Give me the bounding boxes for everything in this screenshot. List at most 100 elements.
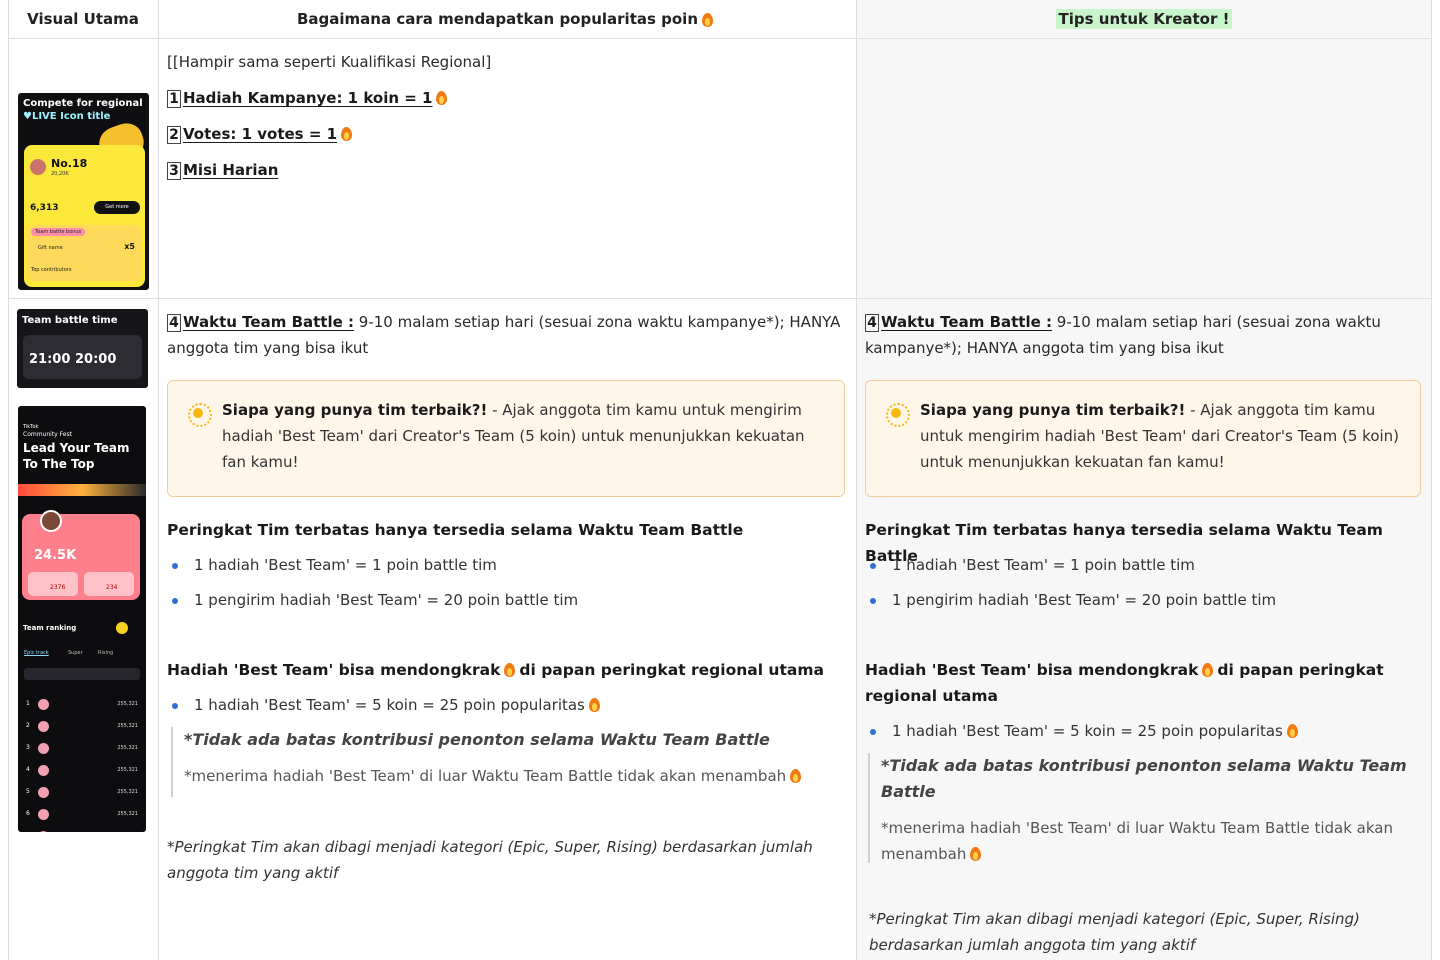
tips-blockquote <box>868 753 870 863</box>
row-divider <box>8 298 1432 299</box>
boost-heading-a: Hadiah 'Best Team' bisa mendongkrak <box>167 661 501 679</box>
campaign-title-line2: ♥LIVE Icon title <box>23 111 111 122</box>
quote-note: *menerima hadiah 'Best Team' di luar Wak… <box>184 763 805 789</box>
list-item: 1 pengirim hadiah 'Best Team' = 20 poin … <box>171 587 578 613</box>
list-item: 1 hadiah 'Best Team' = 5 koin = 25 poin … <box>870 718 1302 744</box>
callout-heading: Siapa yang punya tim terbaik?! <box>222 401 488 419</box>
stat-value-2: 234 <box>106 584 118 591</box>
list-item-text: 1 hadiah 'Best Team' = 5 koin = 25 poin … <box>194 696 585 714</box>
ranking-row-avatar <box>38 809 49 820</box>
callout-text: Siapa yang punya tim terbaik?! - Ajak an… <box>222 397 805 475</box>
step-daily-missions: 3 Misi Harian <box>167 157 278 183</box>
callout-line3: fan kamu! <box>222 453 299 471</box>
campaign-card: No.18 20,20K 6,313 Get more Team battle … <box>24 145 145 287</box>
tab-epic-track[interactable]: Epic track <box>24 650 49 656</box>
tips-footnote: *Peringkat Tim akan dibagi menjadi kateg… <box>869 906 1429 958</box>
ranking-row-avatar <box>38 765 49 776</box>
header-how-to: Bagaimana cara mendapatkan popularitas p… <box>158 0 856 38</box>
fire-icon <box>970 846 982 861</box>
ranking-row: 5 255,321 <box>24 786 140 800</box>
tips-callout-line1: - Ajak anggota tim kamu <box>1185 401 1376 419</box>
team-ranking-heading: Peringkat Tim terbatas hanya tersedia se… <box>167 521 744 539</box>
tips-callout-text: Siapa yang punya tim terbaik?! - Ajak an… <box>920 397 1399 475</box>
fire-icon <box>702 12 714 27</box>
step-label: Misi Harian <box>183 161 279 179</box>
ranking-row-number: 5 <box>26 788 30 795</box>
ranking-row-number: 6 <box>26 810 30 817</box>
ranking-row: 4 255,321 <box>24 764 140 778</box>
step-votes: 2 Votes: 1 votes = 1 <box>167 121 356 147</box>
ranking-row-avatar <box>38 787 49 798</box>
fire-icon <box>341 126 353 141</box>
battle-start-time: 21:00 <box>29 352 71 367</box>
footnote-line2: anggota tim yang aktif <box>167 864 339 882</box>
header-visual: Visual Utama <box>8 0 158 38</box>
tips-callout-line2: untuk mengirim hadiah 'Best Team' dari C… <box>920 427 1400 445</box>
tips-footnote-line2: berdasarkan jumlah anggota tim yang akti… <box>869 936 1196 954</box>
header-divider <box>8 38 1432 39</box>
tips-quote-heading-b: Battle <box>881 782 936 801</box>
tab-rising[interactable]: Rising <box>98 650 113 656</box>
ranking-row-value: 255,321 <box>117 789 138 795</box>
rank-value: No.18 <box>51 157 88 170</box>
table-border-right <box>1431 0 1432 960</box>
battle-time-text-cont: anggota tim yang bisa ikut <box>167 339 369 357</box>
ranking-row-number: 4 <box>26 766 30 773</box>
ranking-row: 6 255,321 <box>24 808 140 822</box>
sun-icon <box>188 403 212 427</box>
header-tips-label: Tips untuk Kreator ! <box>1055 9 1233 29</box>
footnote-line1: *Peringkat Tim akan dibagi menjadi kateg… <box>167 838 813 856</box>
tips-boost-heading-b: di papan peringkat <box>1217 661 1384 679</box>
tips-boost-heading: Hadiah 'Best Team' bisa mendongkrak di pa… <box>865 657 1384 709</box>
ranking-row-number: 2 <box>26 722 30 729</box>
callout-line2: hadiah 'Best Team' dari Creator's Team (… <box>222 427 805 445</box>
tips-quote-note-b: menambah <box>881 845 967 863</box>
promo-title-line2: To The Top <box>23 457 95 471</box>
battle-local-time: 20:00 <box>75 352 117 367</box>
tips-battle-time-text-cont: kampanye*); HANYA anggota tim yang bisa … <box>865 339 1224 357</box>
list-item: 1 hadiah 'Best Team' = 1 poin battle tim <box>870 552 1195 578</box>
battle-time-paragraph: 4 Waktu Team Battle : 9-10 malam setiap h… <box>167 309 847 361</box>
quote-heading: *Tidak ada batas kontribusi penonton sel… <box>184 730 770 749</box>
blockquote <box>171 727 173 797</box>
list-item-text: 1 hadiah 'Best Team' = 5 koin = 25 poin … <box>892 722 1283 740</box>
footnote: *Peringkat Tim akan dibagi menjadi kateg… <box>167 834 847 886</box>
column-divider-1 <box>158 0 159 960</box>
step-number: 1 <box>167 90 181 108</box>
battle-time-screenshot: Team battle time 21:00 20:00 <box>17 309 148 388</box>
battle-time-title: Waktu Team Battle : <box>183 313 354 331</box>
fire-icon <box>588 697 600 712</box>
ranking-row-avatar <box>38 743 49 754</box>
tips-callout-heading: Siapa yang punya tim terbaik?! <box>920 401 1186 419</box>
team-ranking-screenshot: TikTok Community Fest Lead Your Team To … <box>18 406 146 832</box>
get-more-button[interactable]: Get more <box>94 201 140 214</box>
campaign-title-line1: Compete for regional <box>23 98 143 109</box>
step-number: 4 <box>167 314 181 332</box>
tab-super[interactable]: Super <box>68 650 83 656</box>
top-contributors-label: Top contributors <box>31 267 72 273</box>
step-label: Votes: 1 votes = 1 <box>183 125 338 143</box>
ranking-header-row <box>24 668 140 680</box>
team-callout: Siapa yang punya tim terbaik?! - Ajak an… <box>167 380 845 497</box>
tips-battle-time-text: 9-10 malam setiap hari (sesuai zona wakt… <box>1056 313 1381 331</box>
stat-box-1: 2376 <box>28 572 78 596</box>
tips-callout-line3: untuk menunjukkan kekuatan fan kamu! <box>920 453 1225 471</box>
event-label: Community Fest <box>23 431 72 438</box>
battle-time-label: Team battle time <box>22 315 118 326</box>
tips-boost-heading-c: regional utama <box>865 687 998 705</box>
header-visual-label: Visual Utama <box>27 10 139 28</box>
header-tips: Tips untuk Kreator ! <box>856 0 1432 38</box>
tips-quote-heading: *Tidak ada batas kontribusi penonton sel… <box>881 753 1407 805</box>
header-how-to-label: Bagaimana cara mendapatkan popularitas p… <box>296 10 699 28</box>
team-score: 24.5K <box>34 548 77 563</box>
tips-quote-heading-a: *Tidak ada batas kontribusi penonton sel… <box>881 756 1407 775</box>
callout-line1: - Ajak anggota tim kamu untuk mengirim <box>487 401 802 419</box>
rank-sub: 20,20K <box>51 171 69 177</box>
campaign-screenshot: Compete for regional ♥LIVE Icon title No… <box>18 93 149 290</box>
sun-icon <box>886 403 910 427</box>
step-number: 2 <box>167 126 181 144</box>
gift-name: Gift name <box>38 245 63 251</box>
ranking-row-avatar <box>38 721 49 732</box>
team-avatar <box>40 510 62 532</box>
promo-banner-stripe <box>18 484 146 496</box>
